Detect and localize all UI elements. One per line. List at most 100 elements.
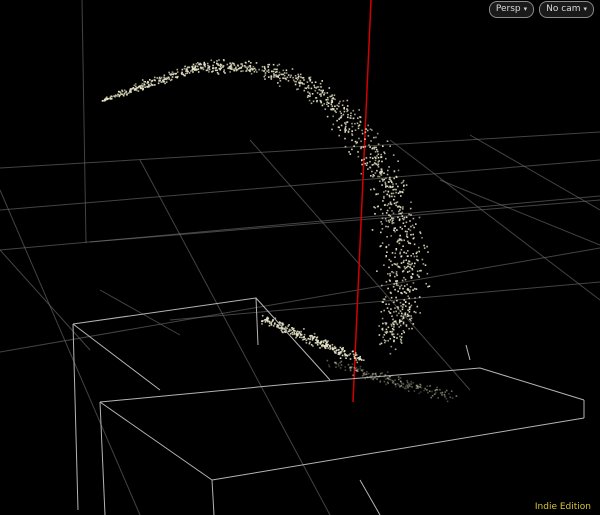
particle [166,77,168,80]
particle [415,223,417,225]
particle [415,384,418,387]
particle [356,369,358,372]
particle [282,69,285,72]
particle [140,84,143,87]
particle [383,172,385,174]
axis-line [352,0,372,403]
particle [395,272,398,275]
scene-canvas[interactable] [0,0,600,515]
particle [268,320,271,323]
particle [408,263,411,266]
particle [389,352,392,355]
particle [277,76,279,78]
particle [383,264,385,266]
camera-view-dropdown[interactable]: Persp ▾ [488,1,535,18]
particle [403,239,405,242]
particle [399,324,402,327]
particle [393,336,396,338]
particle [303,333,306,336]
particle [352,109,355,112]
particle [303,89,306,92]
particle [349,353,352,355]
particle [130,90,132,92]
particle [381,317,384,320]
particle [216,60,218,62]
particle [231,62,234,64]
particle [353,145,355,147]
particle [125,90,128,93]
particle [426,385,429,387]
particle [277,326,279,329]
particle [217,73,220,75]
particle [414,301,416,303]
particle [389,176,391,179]
particle [401,312,403,315]
particle [390,192,393,195]
particle [232,68,234,71]
particle [403,299,406,301]
particle [400,284,403,287]
3d-viewport[interactable]: Persp ▾ No cam ▾ Indie Edition [0,0,600,515]
particle [119,91,122,94]
particle [348,128,351,130]
particle [407,288,409,290]
particle [252,65,255,68]
particle [247,66,249,68]
particle [385,246,387,249]
particle [343,350,346,352]
particle [403,331,405,334]
particle [332,96,334,99]
particle [401,191,404,193]
particle [405,266,408,269]
box-edge [255,297,331,381]
particle [371,229,374,231]
particle [405,259,407,261]
particle [420,387,423,389]
particle [374,213,376,215]
particle [411,224,414,227]
particle [150,82,152,85]
particle [412,323,415,325]
particle [409,242,412,245]
particle [250,62,252,64]
particle [412,217,415,220]
particle [395,249,398,251]
particle [384,152,386,155]
particle [275,75,277,78]
particle [326,115,329,118]
particle [391,271,393,273]
particle [147,81,150,84]
particle [241,63,243,65]
particle [309,95,311,98]
particle [208,68,211,71]
particle [420,391,422,393]
particle [307,338,310,340]
particle [324,347,327,349]
particle [164,78,166,80]
particle [334,98,336,101]
particle [309,78,312,81]
particle [383,191,385,193]
particle [202,66,204,69]
particle [186,66,189,69]
particle [396,382,399,385]
particle [359,116,361,118]
particle [279,80,282,82]
particle [375,193,377,196]
camera-select-dropdown[interactable]: No cam ▾ [539,1,594,18]
particle [293,80,296,83]
particle [354,354,357,356]
particle [416,274,419,276]
particle [300,333,303,336]
particle [364,138,366,140]
particle [366,129,369,132]
particle [423,389,425,392]
particle [367,124,369,127]
particle [153,79,156,81]
grid-line [0,189,141,515]
particle [347,116,349,119]
particle [413,255,416,258]
particle [303,83,305,85]
particle [165,81,168,83]
particle [301,336,303,339]
